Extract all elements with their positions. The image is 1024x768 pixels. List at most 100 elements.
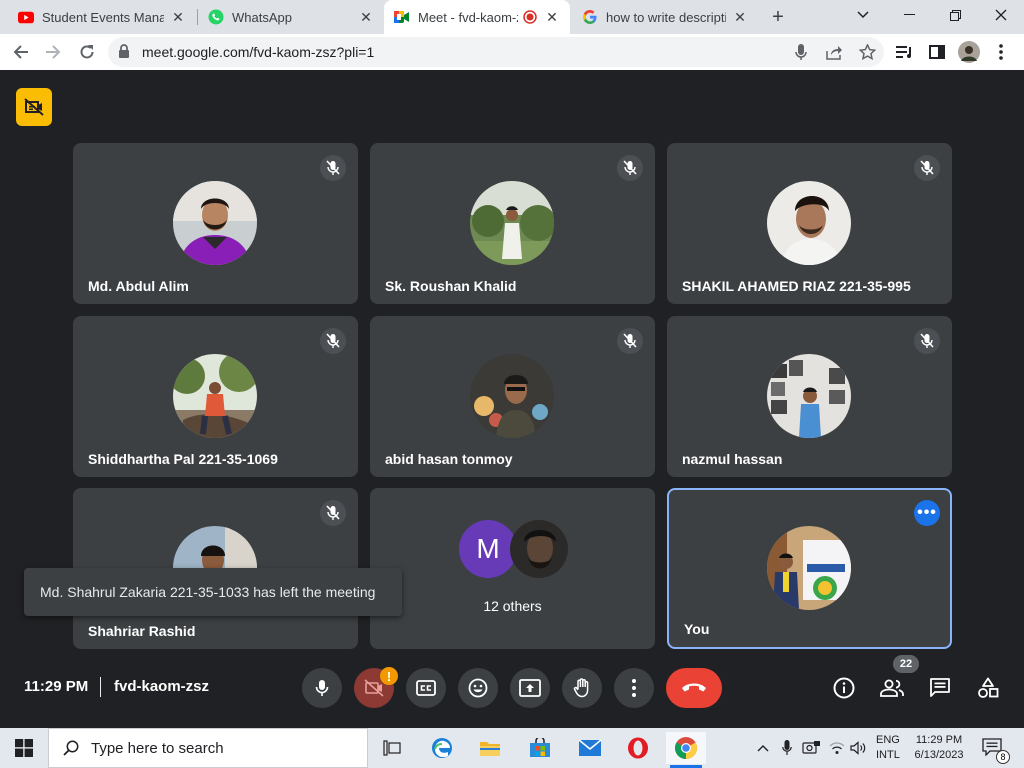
meeting-details-button[interactable]: [828, 672, 860, 704]
opera-icon: [628, 737, 648, 759]
taskbar-clock[interactable]: 11:29 PM 6/13/2023: [908, 733, 970, 763]
side-panel-icon: [929, 45, 945, 59]
bookmark-star-icon[interactable]: [857, 42, 877, 62]
avatar: [173, 181, 257, 265]
close-icon: [995, 9, 1007, 21]
participant-tile[interactable]: Md. Abdul Alim: [73, 143, 358, 304]
new-tab-button[interactable]: +: [766, 5, 790, 29]
show-hidden-icons-button[interactable]: [752, 736, 774, 760]
action-center-button[interactable]: 8: [982, 738, 1010, 764]
volume-icon[interactable]: [848, 736, 870, 760]
mic-off-icon: [617, 155, 643, 181]
file-explorer-button[interactable]: [470, 732, 510, 764]
people-count-badge: 22: [893, 655, 919, 673]
google-meet-icon: [394, 9, 410, 25]
more-options-button[interactable]: [614, 668, 654, 708]
chevron-up-icon: [757, 745, 769, 752]
participant-tile[interactable]: nazmul hassan: [667, 316, 952, 477]
windows-taskbar: Type here to search ENG INTL 11:29 PM 6/…: [0, 728, 1024, 768]
close-window-button[interactable]: [978, 0, 1024, 30]
participant-name: Shiddhartha Pal 221-35-1069: [88, 451, 278, 467]
url-text[interactable]: meet.google.com/fvd-kaom-zsz?pli=1: [142, 44, 374, 60]
whatsapp-icon: [208, 9, 224, 25]
participant-tile[interactable]: SHAKIL AHAMED RIAZ 221-35-995: [667, 143, 952, 304]
microphone-icon[interactable]: [791, 42, 811, 62]
edge-button[interactable]: [422, 732, 462, 764]
close-tab-icon[interactable]: ✕: [170, 9, 186, 25]
back-button[interactable]: [6, 37, 36, 67]
activities-button[interactable]: [972, 672, 1004, 704]
chrome-button[interactable]: [666, 732, 706, 764]
reload-icon: [80, 45, 94, 59]
tab-student-events[interactable]: Student Events Manage ✕: [8, 0, 196, 34]
tab-label: Student Events Manage: [42, 9, 164, 25]
browser-tab-strip: Student Events Manage ✕ WhatsApp ✕ Meet …: [0, 0, 1024, 34]
mic-off-icon: [914, 328, 940, 354]
tab-google-search[interactable]: how to write descriptio ✕: [572, 0, 758, 34]
tab-search-button[interactable]: [840, 0, 886, 30]
reading-list-button[interactable]: [890, 37, 920, 67]
share-icon[interactable]: [824, 42, 844, 62]
participant-name: Shahriar Rashid: [88, 623, 196, 639]
opera-button[interactable]: [618, 732, 658, 764]
address-bar[interactable]: meet.google.com/fvd-kaom-zsz?pli=1: [108, 37, 884, 67]
tab-meet[interactable]: Meet - fvd-kaom-z ✕: [384, 0, 570, 34]
avatar: [767, 181, 851, 265]
tab-whatsapp[interactable]: WhatsApp ✕: [198, 0, 384, 34]
camera-tray-icon[interactable]: [800, 736, 822, 760]
side-panel-button[interactable]: [922, 37, 952, 67]
close-tab-icon[interactable]: ✕: [544, 9, 560, 25]
close-tab-icon[interactable]: ✕: [732, 9, 748, 25]
others-tile[interactable]: M 12 others: [370, 488, 655, 649]
forward-button[interactable]: [38, 37, 68, 67]
avatar: [470, 181, 554, 265]
reload-button[interactable]: [72, 37, 102, 67]
restore-button[interactable]: [932, 0, 978, 30]
activities-icon: [978, 677, 999, 698]
browser-menu-button[interactable]: [986, 37, 1016, 67]
microphone-button[interactable]: [302, 668, 342, 708]
minimize-button[interactable]: [886, 0, 932, 30]
taskbar-date: 6/13/2023: [914, 749, 964, 761]
start-button[interactable]: [0, 728, 48, 768]
microphone-tray-icon[interactable]: [776, 736, 798, 760]
present-button[interactable]: [510, 668, 550, 708]
tab-label: how to write descriptio: [606, 9, 726, 25]
raise-hand-button[interactable]: [562, 668, 602, 708]
participant-name: nazmul hassan: [682, 451, 783, 467]
close-tab-icon[interactable]: ✕: [358, 9, 374, 25]
participant-tile[interactable]: abid hasan tonmoy: [370, 316, 655, 477]
emoji-icon: [468, 678, 488, 698]
tile-options-button[interactable]: •••: [914, 500, 940, 526]
leave-call-button[interactable]: [666, 668, 722, 708]
captions-button[interactable]: [406, 668, 446, 708]
taskbar-search-box[interactable]: Type here to search: [48, 728, 368, 768]
network-icon[interactable]: [826, 736, 848, 760]
end-call-icon: [682, 683, 706, 692]
mail-button[interactable]: [570, 732, 610, 764]
present-screen-icon: [519, 679, 541, 697]
more-vert-icon: [999, 44, 1003, 60]
people-button[interactable]: [876, 672, 908, 704]
store-button[interactable]: [520, 732, 560, 764]
profile-avatar[interactable]: [954, 37, 984, 67]
participant-tile[interactable]: Sk. Roushan Khalid: [370, 143, 655, 304]
recording-icon: [522, 9, 538, 25]
reactions-button[interactable]: [458, 668, 498, 708]
task-view-button[interactable]: [372, 732, 412, 764]
input-language-indicator[interactable]: ENG INTL: [876, 733, 900, 763]
chat-button[interactable]: [924, 672, 956, 704]
lock-icon[interactable]: [118, 44, 130, 64]
mic-off-icon: [914, 155, 940, 181]
avatar: [470, 354, 554, 438]
self-tile[interactable]: ••• You: [667, 488, 952, 649]
taskbar-time: 11:29 PM: [915, 734, 963, 746]
forward-arrow-icon: [46, 45, 61, 59]
participant-tile[interactable]: Shiddhartha Pal 221-35-1069: [73, 316, 358, 477]
keyboard-layout-label: INTL: [876, 749, 900, 761]
browser-toolbar: meet.google.com/fvd-kaom-zsz?pli=1: [0, 34, 1024, 70]
host-controls-button[interactable]: [16, 88, 52, 126]
others-initial-avatar: M: [459, 520, 517, 578]
participant-name: Sk. Roushan Khalid: [385, 278, 517, 294]
folder-icon: [480, 742, 500, 756]
